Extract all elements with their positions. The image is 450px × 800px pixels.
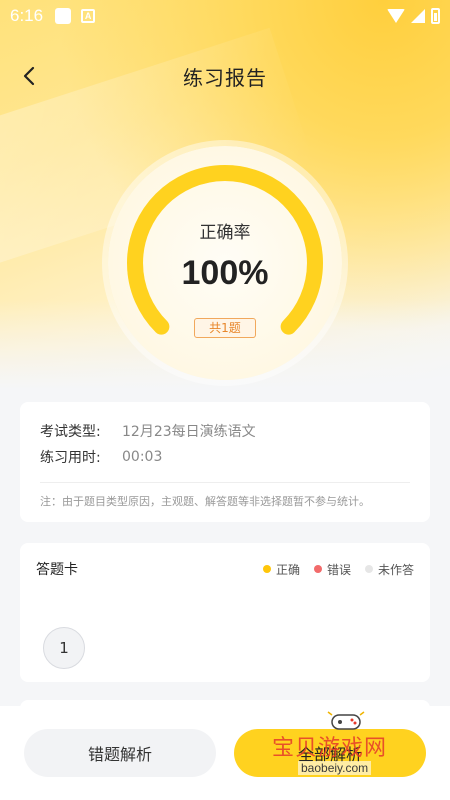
correct-dot-icon [262, 565, 271, 573]
exam-type-label: 考试类型: [40, 424, 101, 440]
legend-correct: 正确 [262, 561, 300, 578]
signal-icon [411, 9, 425, 23]
duration-label: 练习用时: [40, 450, 101, 466]
gauge-label: 正确率 [199, 223, 251, 243]
gauge-value: 100% [181, 254, 269, 292]
duration-value: 00:03 [122, 449, 163, 465]
wifi-icon [387, 9, 405, 23]
battery-icon [431, 8, 440, 24]
notification-icon [55, 8, 72, 24]
app-notification-icon: A [81, 9, 96, 23]
legend-wrong: 错误 [313, 561, 351, 578]
question-count-badge: 共1题 [194, 318, 256, 338]
legend-wrong-label: 错误 [326, 562, 351, 577]
accuracy-gauge: 正确率 100% 共1题 [108, 146, 342, 380]
status-time: 6:16 [10, 6, 44, 25]
status-indicators [387, 8, 440, 24]
divider [40, 482, 410, 483]
exam-type-value: 12月23每日演练语文 [122, 424, 256, 440]
legend-unanswered: 未作答 [364, 561, 414, 578]
exam-type-row: 考试类型: 12月23每日演练语文 [40, 418, 410, 444]
wrong-analysis-button[interactable]: 错题解析 [24, 729, 216, 777]
back-button[interactable] [14, 60, 46, 92]
answer-sheet-header: 答题卡 正确 错误 未作答 [36, 559, 414, 579]
nav-bar: 练习报告 [0, 50, 450, 102]
statistics-note: 注：由于题目类型原因，主观题、解答题等非选择题暂不参与统计。 [40, 495, 370, 508]
answer-sheet-title: 答题卡 [36, 562, 78, 578]
unanswered-dot-icon [364, 565, 373, 573]
gauge-fill [127, 165, 323, 335]
answer-legend: 正确 错误 未作答 [262, 561, 414, 578]
question-number-button[interactable]: 1 [43, 627, 85, 669]
wrong-dot-icon [313, 565, 322, 573]
all-analysis-button[interactable]: 全部解析 [234, 729, 426, 777]
exam-info-card: 考试类型: 12月23每日演练语文 练习用时: 00:03 注：由于题目类型原因… [20, 402, 430, 522]
chevron-left-icon [23, 66, 35, 86]
status-bar: 6:16 A [0, 0, 450, 32]
legend-correct-label: 正确 [275, 562, 300, 577]
page-title: 练习报告 [183, 65, 267, 90]
answer-sheet-card: 答题卡 正确 错误 未作答 1 [20, 543, 430, 682]
duration-row: 练习用时: 00:03 [40, 444, 410, 470]
legend-unanswered-label: 未作答 [377, 562, 414, 577]
